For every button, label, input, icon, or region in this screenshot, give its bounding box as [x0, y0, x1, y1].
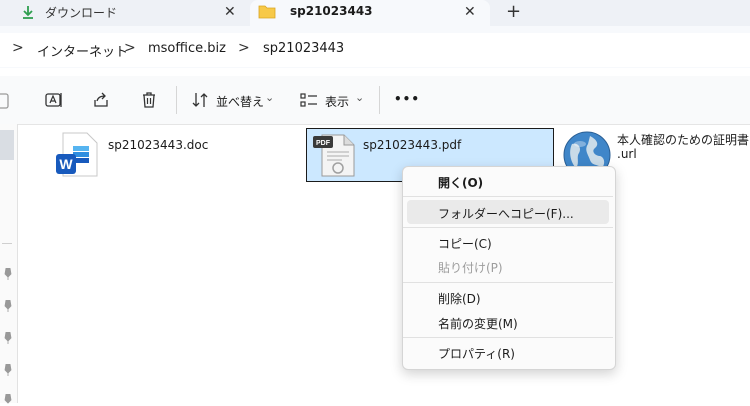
command-bar — [0, 76, 750, 125]
svg-text:W: W — [59, 156, 73, 172]
view-chevron-down-icon[interactable]: ⌄ — [355, 91, 364, 104]
paste-icon[interactable] — [0, 90, 20, 110]
sort-chevron-down-icon[interactable]: ⌄ — [265, 91, 274, 104]
folder-icon — [258, 5, 276, 19]
view-icon[interactable] — [299, 90, 319, 110]
breadcrumb-separator-icon[interactable]: > — [12, 40, 24, 56]
breadcrumb-separator-icon[interactable]: > — [124, 40, 136, 56]
sort-icon[interactable] — [190, 90, 210, 110]
breadcrumb-msoffice[interactable]: msoffice.biz — [148, 41, 226, 56]
more-options-icon[interactable]: ••• — [394, 92, 420, 106]
file-name-url-line1: 本人確認のための証明書（ — [617, 133, 750, 147]
nav-item-selected[interactable] — [0, 130, 14, 160]
tab-sp21023443-close-icon[interactable]: ✕ — [464, 5, 476, 19]
breadcrumb-internet[interactable]: インターネット — [37, 41, 128, 60]
share-icon[interactable] — [91, 90, 111, 110]
toolbar-divider — [379, 86, 380, 114]
menu-item-copy-to-folder[interactable]: フォルダーへコピー(F)... — [438, 205, 574, 222]
new-tab-button[interactable]: + — [506, 1, 521, 22]
menu-item-copy[interactable]: コピー(C) — [438, 235, 492, 252]
file-name-url-line2: .url — [617, 147, 637, 161]
file-name-pdf: sp21023443.pdf — [363, 138, 462, 152]
pin-icon[interactable] — [3, 300, 13, 312]
menu-separator — [403, 227, 613, 228]
breadcrumb-separator-icon[interactable]: > — [238, 40, 250, 56]
breadcrumb-sp21023443[interactable]: sp21023443 — [263, 41, 344, 56]
menu-item-rename[interactable]: 名前の変更(M) — [438, 315, 518, 332]
word-doc-icon: W — [56, 132, 98, 177]
pin-icon[interactable] — [3, 364, 13, 376]
file-name-doc: sp21023443.doc — [108, 138, 209, 152]
tab-downloads-close-icon[interactable]: ✕ — [224, 5, 236, 19]
menu-item-open[interactable]: 開く(O) — [438, 174, 483, 191]
pin-icon[interactable] — [3, 332, 13, 344]
download-icon — [23, 6, 33, 19]
rename-icon[interactable] — [44, 90, 64, 110]
toolbar-divider — [176, 86, 177, 114]
menu-item-paste[interactable]: 貼り付け(P) — [438, 259, 503, 276]
tab-downloads-label: ダウンロード — [45, 6, 118, 20]
menu-item-properties[interactable]: プロパティ(R) — [438, 345, 515, 362]
tab-downloads[interactable] — [0, 0, 246, 24]
pin-icon[interactable] — [3, 394, 13, 406]
delete-icon[interactable] — [139, 90, 159, 110]
menu-separator — [403, 196, 613, 197]
menu-separator — [403, 337, 613, 338]
tab-sp21023443-label: sp21023443 — [290, 4, 373, 18]
nav-divider — [2, 243, 12, 244]
pdf-file-icon: PDF — [313, 134, 355, 177]
navigation-pane — [0, 124, 18, 403]
menu-item-delete[interactable]: 削除(D) — [438, 290, 481, 307]
view-button[interactable]: 表示 — [325, 93, 349, 110]
pin-icon[interactable] — [3, 268, 13, 280]
menu-separator — [403, 282, 613, 283]
sort-button[interactable]: 並べ替え — [216, 93, 264, 110]
svg-text:PDF: PDF — [316, 140, 331, 147]
